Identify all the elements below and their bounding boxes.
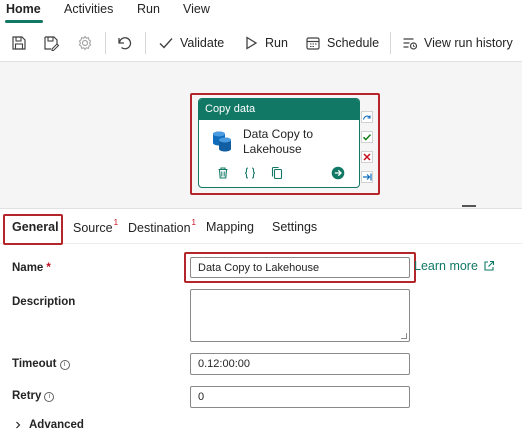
tab-destination-label: Destination xyxy=(128,221,191,236)
menu-tab-activities[interactable]: Activities xyxy=(64,2,113,16)
external-link-icon xyxy=(484,260,494,271)
code-icon[interactable] xyxy=(243,166,257,180)
copy-data-icon xyxy=(211,129,233,153)
toolbar-divider xyxy=(145,32,146,54)
tab-mapping-label: Mapping xyxy=(206,220,254,234)
panel-resize-handle[interactable] xyxy=(462,205,476,207)
advanced-label: Advanced xyxy=(29,419,84,431)
view-run-history-label: View run history xyxy=(424,36,513,50)
toolbar: Validate Run Schedule View run history xyxy=(0,24,522,62)
menu-tab-view[interactable]: View xyxy=(183,2,210,16)
timeout-label-text: Timeout xyxy=(12,358,57,370)
failure-icon[interactable] xyxy=(361,151,373,163)
activity-name: Data Copy to Lakehouse xyxy=(243,127,314,156)
schedule-label: Schedule xyxy=(327,36,380,50)
advanced-toggle[interactable]: Advanced xyxy=(14,419,84,431)
save-icon[interactable] xyxy=(10,34,28,52)
delete-icon[interactable] xyxy=(216,166,230,180)
copy-icon[interactable] xyxy=(270,166,284,180)
play-icon xyxy=(246,36,258,50)
tab-destination[interactable]: Destination1 xyxy=(128,218,196,236)
activity-type-label: Copy data xyxy=(199,99,359,120)
validate-button[interactable]: Validate xyxy=(158,34,224,52)
settings-icon[interactable] xyxy=(76,34,94,52)
tab-settings-label: Settings xyxy=(272,220,318,234)
calendar-icon xyxy=(306,37,320,50)
retry-label-text: Retry xyxy=(12,390,42,402)
run-button[interactable]: Run xyxy=(243,34,288,52)
menu-tab-run[interactable]: Run xyxy=(137,2,160,16)
active-tab-indicator xyxy=(5,20,43,23)
go-icon[interactable] xyxy=(331,166,345,180)
description-field[interactable] xyxy=(190,289,410,342)
name-field[interactable]: Data Copy to Lakehouse xyxy=(190,257,410,278)
timeout-field[interactable]: 0.12:00:00 xyxy=(190,353,410,375)
tab-source-label: Source xyxy=(73,221,113,236)
menu-bar: Home Activities Run View xyxy=(0,0,522,24)
completion-icon[interactable] xyxy=(361,171,373,183)
retry-label: Retry i xyxy=(12,390,55,402)
schedule-button[interactable]: Schedule xyxy=(305,34,379,52)
toolbar-divider xyxy=(105,32,106,54)
tab-source[interactable]: Source1 xyxy=(73,218,119,236)
success-icon[interactable] xyxy=(361,131,373,143)
validate-label: Validate xyxy=(180,36,225,50)
general-tab-highlight xyxy=(3,214,63,245)
learn-more-label: Learn more xyxy=(414,259,478,273)
error-badge: 1 xyxy=(113,218,119,227)
skip-icon[interactable] xyxy=(361,111,373,123)
info-icon[interactable]: i xyxy=(59,360,70,370)
name-label-text: Name xyxy=(12,262,44,274)
tab-mapping[interactable]: Mapping xyxy=(206,220,254,234)
checkmark-icon xyxy=(159,38,173,49)
error-badge: 1 xyxy=(191,218,196,227)
pipeline-canvas[interactable]: Copy data Data Copy to Lakehouse xyxy=(0,62,522,208)
retry-field[interactable]: 0 xyxy=(190,386,410,408)
chevron-right-icon xyxy=(16,421,21,429)
tab-settings[interactable]: Settings xyxy=(272,220,317,234)
run-history-icon xyxy=(403,38,418,50)
info-icon[interactable]: i xyxy=(44,392,55,402)
run-label: Run xyxy=(265,36,288,50)
resize-grip[interactable] xyxy=(401,333,407,339)
toolbar-divider xyxy=(390,32,391,54)
timeout-label: Timeout i xyxy=(12,358,70,370)
properties-tabs: General Source1 Destination1 Mapping Set… xyxy=(0,208,522,244)
save-as-icon[interactable] xyxy=(42,34,60,52)
learn-more-link[interactable]: Learn more xyxy=(414,259,495,273)
view-run-history-button[interactable]: View run history xyxy=(402,34,513,52)
copy-data-activity[interactable]: Copy data Data Copy to Lakehouse xyxy=(198,98,360,188)
undo-icon[interactable] xyxy=(115,34,133,52)
menu-tab-home[interactable]: Home xyxy=(6,2,41,16)
name-label: Name * xyxy=(12,262,51,274)
required-mark: * xyxy=(46,262,51,274)
description-label: Description xyxy=(12,296,76,308)
